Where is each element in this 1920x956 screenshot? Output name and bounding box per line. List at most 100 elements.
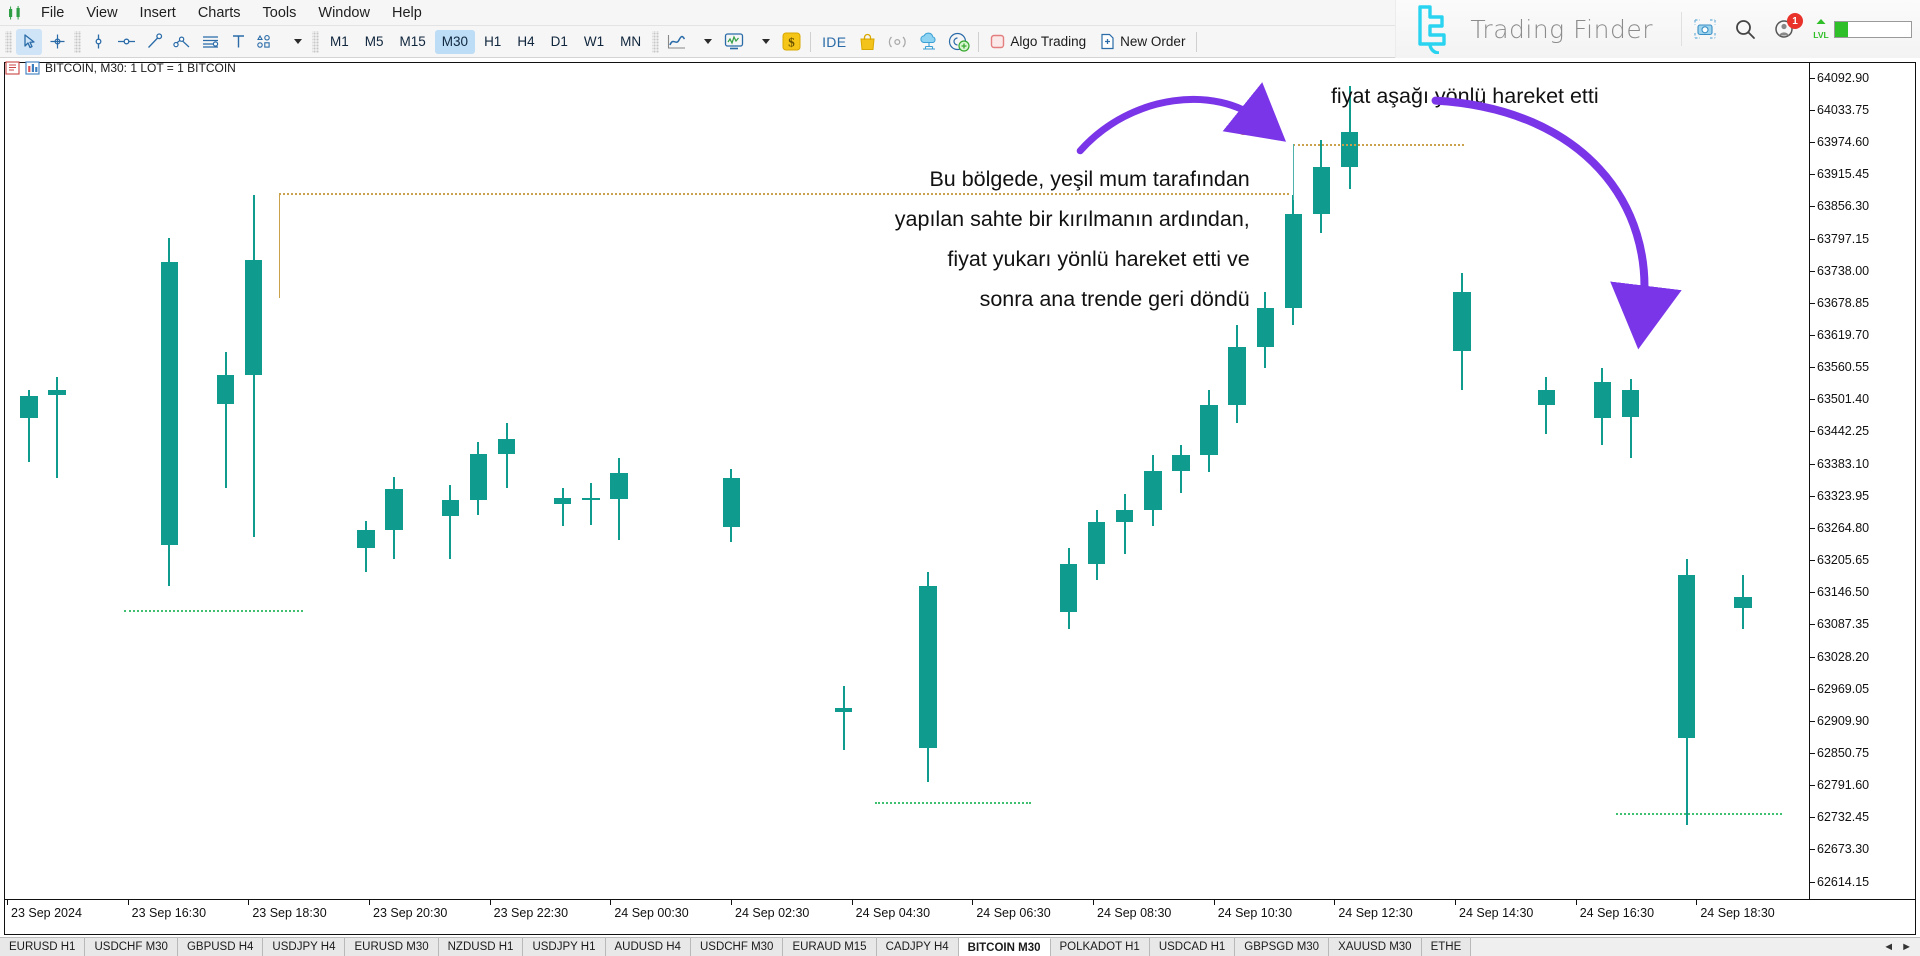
menu-tools[interactable]: Tools xyxy=(252,2,308,24)
candlestick xyxy=(104,63,121,899)
copy-trading-icon[interactable] xyxy=(945,29,973,55)
crosshair-icon[interactable] xyxy=(44,29,70,55)
trendline-icon[interactable] xyxy=(141,29,167,55)
chart-tab-usdchf-m30[interactable]: USDCHF M30 xyxy=(690,938,784,956)
menu-file[interactable]: File xyxy=(30,2,75,24)
vertical-line-icon[interactable] xyxy=(85,29,111,55)
annotation-main: Bu bölgede, yeşil mum tarafından yapılan … xyxy=(600,159,1250,319)
cursor-arrow-icon[interactable] xyxy=(16,28,42,55)
menu-view[interactable]: View xyxy=(75,2,128,24)
candlestick xyxy=(1340,63,1359,899)
support-level-line-3[interactable] xyxy=(1615,812,1782,815)
sfp-level-line[interactable] xyxy=(1293,143,1465,146)
line-chart-icon[interactable] xyxy=(663,29,690,55)
chart-tab-xauusd-m30[interactable]: XAUUSD M30 xyxy=(1329,938,1422,956)
shapes-dropdown-icon[interactable] xyxy=(282,29,308,55)
chart-tab-gbpsgd-m30[interactable]: GBPSGD M30 xyxy=(1235,938,1330,956)
chart-symbol-icon[interactable] xyxy=(25,61,40,75)
fibonacci-icon[interactable] xyxy=(197,29,223,55)
candlestick xyxy=(1481,63,1498,899)
chart-tab-cadjpy-h4[interactable]: CADJPY H4 xyxy=(876,938,959,956)
brand-name: Trading Finder xyxy=(1470,14,1653,44)
menu-charts[interactable]: Charts xyxy=(187,2,252,24)
currency-dollar-icon[interactable]: $ xyxy=(778,29,805,55)
timeframe-w1[interactable]: W1 xyxy=(577,30,611,54)
level-progress-bar xyxy=(1834,20,1912,38)
chart-pane[interactable]: BITCOIN, M30: 1 LOT = 1 BITCOIN SFP Bu bö… xyxy=(0,58,1920,937)
menu-help[interactable]: Help xyxy=(381,2,433,24)
toolbar-grip[interactable] xyxy=(5,30,12,53)
annotation-line: fiyat aşağı yönlü hareket etti xyxy=(1330,83,1599,108)
candlestick xyxy=(1509,63,1526,899)
chart-tab-audusd-h4[interactable]: AUDUSD H4 xyxy=(605,938,691,956)
chart-tab-polkadot-h1[interactable]: POLKADOT H1 xyxy=(1050,938,1150,956)
shapes-icon[interactable] xyxy=(253,29,280,55)
annotation-line: yapılan sahte bir kırılmanın ardından, xyxy=(894,207,1250,232)
chart-tab-euraud-m15[interactable]: EURAUD M15 xyxy=(783,938,877,956)
timeframe-h1[interactable]: H1 xyxy=(477,30,508,54)
candlestick xyxy=(1762,63,1779,899)
timeframe-m15[interactable]: M15 xyxy=(393,30,433,54)
level-indicator[interactable]: LVL xyxy=(1812,17,1912,41)
chart-tab-nzdusd-h1[interactable]: NZDUSD H1 xyxy=(438,938,524,956)
candlestick xyxy=(1593,63,1612,899)
time-axis[interactable]: 23 Sep 2024 23 Sep 16:30 23 Sep 18:30 23 Se… xyxy=(5,899,1915,934)
templates-dropdown-icon[interactable] xyxy=(750,29,776,55)
chart-tabs-bar: EURUSD H1 USDCHF M30 GBPUSD H4 USDJPY H4 EUR… xyxy=(0,937,1920,956)
chart-tab-usdchf-m30[interactable]: USDCHF M30 xyxy=(85,938,178,956)
chart-plot-area[interactable]: SFP Bu bölgede, yeşil mum tarafından yapıl… xyxy=(5,63,1809,899)
timeframe-mn[interactable]: MN xyxy=(613,30,648,54)
profile-icon[interactable]: 1 xyxy=(1772,13,1803,42)
toolbar-grip-2[interactable] xyxy=(74,30,81,53)
chart-frame: SFP Bu bölgede, yeşil mum tarafından yapıl… xyxy=(4,62,1916,935)
candlestick xyxy=(469,63,488,899)
screenshot-camera-icon[interactable] xyxy=(1692,16,1718,42)
chart-tab-usdjpy-h1[interactable]: USDJPY H1 xyxy=(523,938,606,956)
search-icon[interactable] xyxy=(1732,16,1758,42)
toolbar-grip-4[interactable] xyxy=(652,30,660,53)
candlestick xyxy=(1312,63,1331,899)
timeframe-m1[interactable]: M1 xyxy=(323,30,356,54)
horizontal-line-icon[interactable] xyxy=(113,29,139,55)
support-level-line-1[interactable] xyxy=(124,610,303,613)
candlestick xyxy=(1537,63,1555,899)
candlestick xyxy=(244,63,263,899)
chart-type-dropdown-icon[interactable] xyxy=(692,29,718,55)
shopping-bag-icon[interactable] xyxy=(854,29,880,55)
level-icon: LVL xyxy=(1812,17,1830,41)
candlestick xyxy=(133,63,150,899)
cloud-vps-icon[interactable] xyxy=(915,29,943,55)
timeframe-m30[interactable]: M30 xyxy=(434,29,476,54)
chart-tab-usdcad-h1[interactable]: USDCAD H1 xyxy=(1149,938,1236,956)
candlestick xyxy=(1678,63,1696,899)
price-axis[interactable]: 64092.90 64033.75 63974.60 63915.45 63856.30… xyxy=(1809,63,1915,899)
timeframe-m5[interactable]: M5 xyxy=(358,30,391,54)
chart-tab-ethe[interactable]: ETHE xyxy=(1421,938,1472,956)
menu-insert[interactable]: Insert xyxy=(129,2,187,24)
signals-broadcast-icon[interactable] xyxy=(882,29,913,55)
candlestick xyxy=(1650,63,1667,899)
ide-button[interactable]: IDE xyxy=(815,29,853,55)
templates-icon[interactable] xyxy=(720,29,748,55)
support-level-line-2[interactable] xyxy=(874,801,1032,804)
chart-tab-eurusd-m30[interactable]: EURUSD M30 xyxy=(345,938,439,956)
algo-trading-button[interactable]: Algo Trading xyxy=(983,29,1093,55)
toolbar-grip-3[interactable] xyxy=(312,30,319,53)
chart-data-window-icon[interactable] xyxy=(5,61,20,75)
polyline-icon[interactable] xyxy=(169,29,195,55)
chart-tab-usdjpy-h4[interactable]: USDJPY H4 xyxy=(263,938,346,956)
tab-next-button[interactable]: ► xyxy=(1901,941,1912,953)
chart-tab-bitcoin-m30[interactable]: BITCOIN M30 xyxy=(958,938,1051,956)
candlestick xyxy=(1453,63,1471,899)
text-tool-icon[interactable] xyxy=(225,29,251,55)
tab-prev-button[interactable]: ◄ xyxy=(1883,941,1894,953)
timeframe-d1[interactable]: D1 xyxy=(544,30,575,54)
menu-window[interactable]: Window xyxy=(307,2,381,24)
main-toolbar: M1 M5 M15 M30 H1 H4 D1 W1 MN $ IDE Algo … xyxy=(0,0,1920,58)
timeframe-h4[interactable]: H4 xyxy=(510,30,541,54)
new-order-button[interactable]: New Order xyxy=(1093,29,1192,55)
candlestick xyxy=(526,63,543,899)
chart-tab-eurusd-h1[interactable]: EURUSD H1 xyxy=(0,938,86,956)
chart-tab-gbpusd-h4[interactable]: GBPUSD H4 xyxy=(177,938,264,956)
candlestick xyxy=(1256,63,1274,899)
